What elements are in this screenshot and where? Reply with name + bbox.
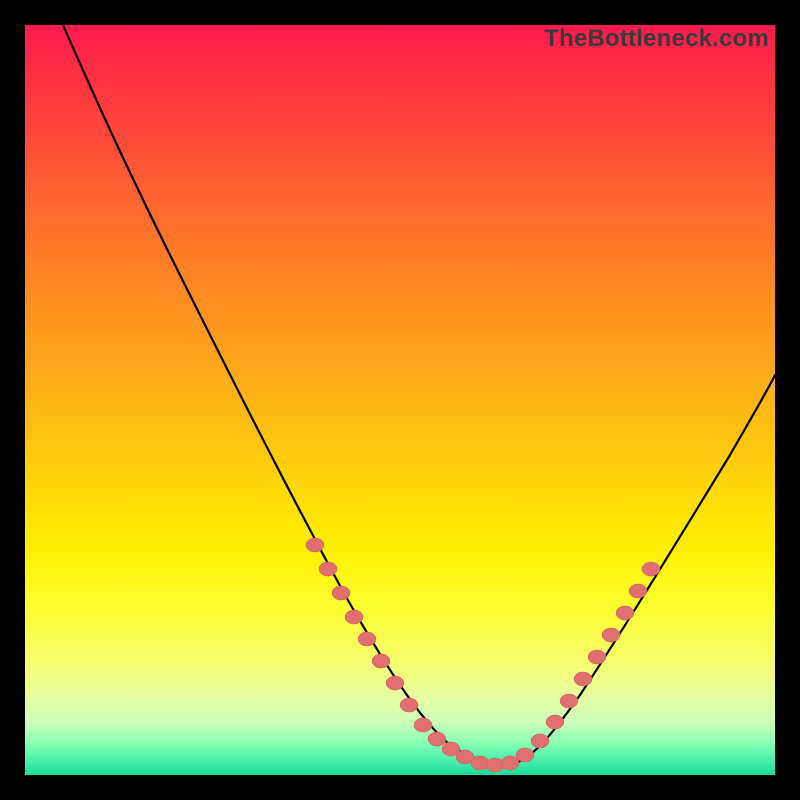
data-marker	[546, 715, 564, 729]
data-marker	[400, 698, 418, 712]
curve-svg	[25, 25, 775, 775]
data-marker	[616, 606, 634, 620]
data-marker	[516, 748, 534, 762]
data-marker	[531, 734, 549, 748]
data-marker	[345, 610, 363, 624]
data-marker	[574, 672, 592, 686]
plot-area: TheBottleneck.com	[25, 25, 775, 775]
data-marker	[414, 718, 432, 732]
data-marker	[386, 676, 404, 690]
data-marker	[358, 632, 376, 646]
data-marker	[428, 732, 446, 746]
data-marker	[629, 584, 647, 598]
bottleneck-curve	[63, 25, 775, 765]
data-marker	[560, 694, 578, 708]
data-marker	[332, 586, 350, 600]
data-marker	[372, 654, 390, 668]
data-marker	[306, 538, 324, 552]
data-marker	[602, 628, 620, 642]
data-marker	[319, 562, 337, 576]
data-marker	[642, 562, 660, 576]
data-marker	[501, 756, 519, 770]
chart-frame: TheBottleneck.com	[0, 0, 800, 800]
data-marker	[588, 650, 606, 664]
